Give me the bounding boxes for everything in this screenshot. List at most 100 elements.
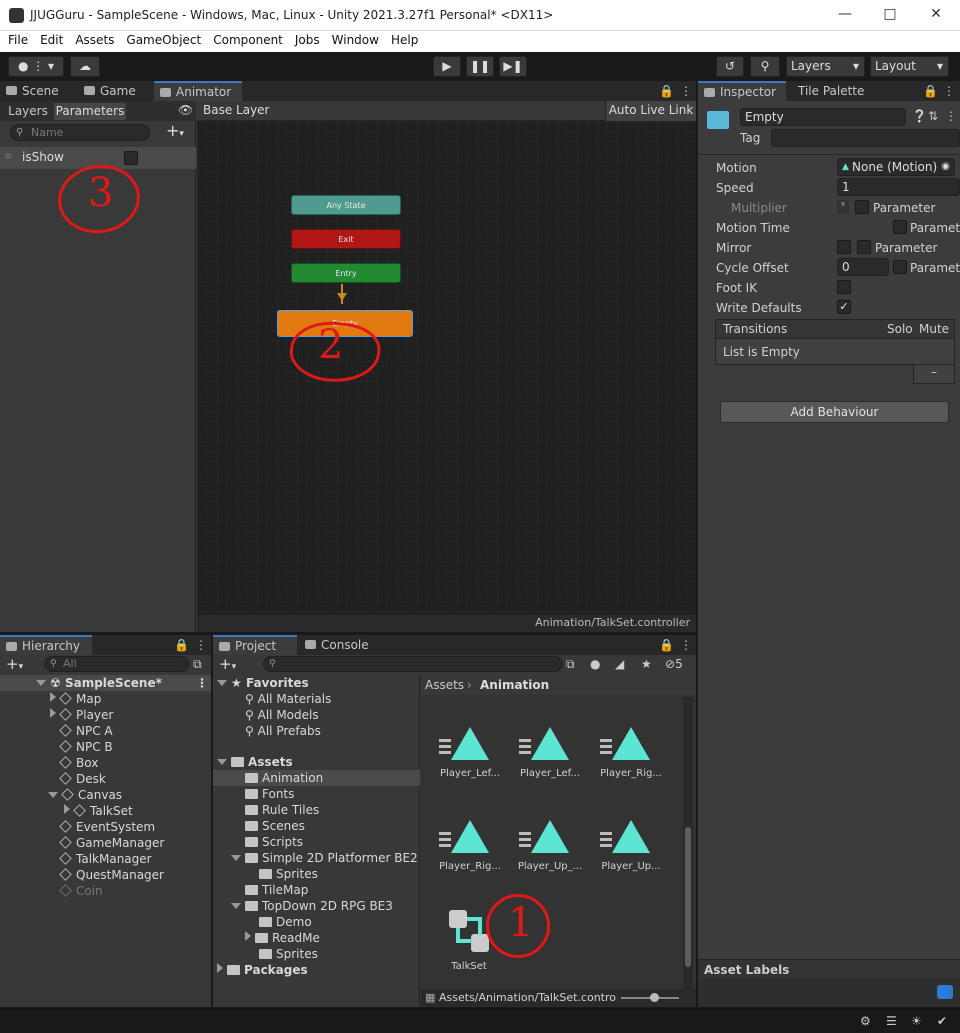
filter-by-type-icon[interactable]: ● (590, 657, 600, 671)
hierarchy-add-button[interactable]: +▾ (6, 655, 23, 673)
hierarchy-item-talkmanager[interactable]: TalkManager (59, 851, 152, 867)
more-menu-icon[interactable]: ⋮ (195, 638, 207, 652)
expand-arrow-icon[interactable] (36, 680, 46, 686)
breadcrumb-assets[interactable]: Assets (425, 678, 464, 692)
menu-help[interactable]: Help (387, 31, 422, 47)
more-menu-icon[interactable]: ⋮ (196, 675, 208, 691)
hierarchy-item-desk[interactable]: Desk (59, 771, 106, 787)
entry-node[interactable]: Entry (291, 263, 401, 283)
menu-jobs[interactable]: Jobs (291, 31, 324, 47)
tab-scene[interactable]: Scene (0, 81, 76, 101)
cycle-offset-parameter-checkbox[interactable] (893, 260, 907, 274)
scrollbar-thumb[interactable] (685, 827, 691, 967)
eye-icon[interactable]: 👁 (178, 103, 193, 117)
favorite-all-materials[interactable]: ⚲ All Materials (245, 691, 331, 707)
mirror-checkbox[interactable] (837, 240, 851, 254)
menu-component[interactable]: Component (209, 31, 287, 47)
expand-arrow-icon[interactable] (231, 855, 241, 861)
bug-icon[interactable]: ⚙ (860, 1014, 871, 1028)
asset-animation-clip[interactable]: Player_Rig... (430, 820, 510, 872)
menu-file[interactable]: File (4, 31, 32, 47)
cloud-icon[interactable]: ☁ (70, 56, 100, 77)
favorite-star-icon[interactable]: ★ (641, 657, 652, 671)
motion-field[interactable]: ▲ None (Motion) ◉ (837, 158, 955, 176)
favorite-all-models[interactable]: ⚲ All Models (245, 707, 319, 723)
search-filter-icon[interactable]: ⧉ (193, 657, 202, 672)
lock-icon[interactable]: 🔒 (659, 84, 674, 98)
expand-arrow-icon[interactable] (217, 680, 227, 686)
multiplier-parameter-checkbox[interactable] (855, 200, 869, 214)
folder-simple-2d-platformer[interactable]: Simple 2D Platformer BE2 (231, 850, 418, 866)
subtab-layers[interactable]: Layers (4, 103, 52, 120)
hierarchy-item-eventsystem[interactable]: EventSystem (59, 819, 155, 835)
tab-animator[interactable]: Animator (154, 81, 242, 101)
hierarchy-item-talkset[interactable]: TalkSet (64, 803, 133, 819)
hierarchy-item-canvas[interactable]: Canvas (48, 787, 122, 803)
hidden-packages-icon[interactable]: ⊘5 (665, 657, 683, 671)
expand-arrow-icon[interactable] (231, 903, 241, 909)
hierarchy-search-input[interactable]: ⚲ All (44, 656, 190, 672)
asset-grid-scrollbar[interactable] (683, 697, 693, 989)
tab-console[interactable]: Console (299, 635, 379, 655)
play-icon[interactable]: ▶ (433, 56, 461, 77)
hierarchy-item-npc-b[interactable]: NPC B (59, 739, 113, 755)
filter-by-label-icon[interactable]: ◢ (615, 657, 624, 671)
speed-field[interactable]: 1 (837, 178, 960, 196)
exit-node[interactable]: Exit (291, 229, 401, 249)
more-menu-icon[interactable]: ⋮ (945, 109, 957, 123)
add-parameter-button[interactable]: +▾ (166, 121, 184, 140)
pause-icon[interactable]: ❚❚ (466, 56, 494, 77)
motion-time-parameter-checkbox[interactable] (893, 220, 907, 234)
assets-row[interactable]: Assets (217, 754, 293, 770)
expand-arrow-icon[interactable] (217, 963, 223, 973)
folder-scenes[interactable]: Scenes (245, 818, 305, 834)
add-behaviour-button[interactable]: Add Behaviour (720, 401, 949, 423)
hierarchy-item-player[interactable]: Player (50, 707, 113, 723)
expand-arrow-icon[interactable] (48, 792, 58, 798)
search-filter-icon[interactable]: ⧉ (566, 657, 575, 672)
menu-edit[interactable]: Edit (36, 31, 67, 47)
history-icon[interactable]: ↺ (716, 56, 744, 77)
menu-assets[interactable]: Assets (71, 31, 118, 47)
breadcrumb-animation[interactable]: Animation (480, 678, 549, 692)
tab-tile-palette[interactable]: Tile Palette (788, 81, 880, 101)
menu-window[interactable]: Window (328, 31, 383, 47)
asset-talkset-controller[interactable]: TalkSet (429, 907, 509, 972)
asset-animation-clip[interactable]: Player_Lef... (510, 727, 590, 779)
maximize-icon[interactable]: □ (875, 6, 905, 22)
folder-scripts[interactable]: Scripts (245, 834, 303, 850)
remove-transition-button[interactable]: – (913, 365, 955, 384)
auto-live-link-button[interactable]: Auto Live Link (605, 101, 696, 121)
expand-arrow-icon[interactable] (217, 759, 227, 765)
hierarchy-item-coin[interactable]: Coin (59, 883, 103, 899)
tab-hierarchy[interactable]: Hierarchy (0, 635, 92, 655)
drag-handle-icon[interactable]: ≡ (4, 151, 12, 162)
hierarchy-item-gamemanager[interactable]: GameManager (59, 835, 164, 851)
expand-arrow-icon[interactable] (50, 692, 56, 702)
tag-label-icon[interactable] (937, 985, 953, 999)
asset-animation-clip[interactable]: Player_Up_... (510, 820, 590, 872)
layout-dropdown[interactable]: Layout ▾ (870, 56, 949, 77)
hierarchy-item-questmanager[interactable]: QuestManager (59, 867, 164, 883)
step-icon[interactable]: ▶❚ (499, 56, 527, 77)
more-menu-icon[interactable]: ⋮ (680, 84, 692, 98)
search-icon[interactable]: ⚲ (750, 56, 780, 77)
project-search-input[interactable]: ⚲ (263, 656, 563, 672)
asset-animation-clip[interactable]: Player_Lef... (430, 727, 510, 779)
more-menu-icon[interactable]: ⋮ (943, 84, 955, 98)
folder-sprites-2[interactable]: Sprites (259, 946, 318, 962)
layers-dropdown[interactable]: Layers ▾ (786, 56, 865, 77)
subtab-parameters[interactable]: Parameters (54, 103, 126, 120)
more-menu-icon[interactable]: ⋮ (680, 638, 692, 652)
mirror-parameter-checkbox[interactable] (857, 240, 871, 254)
multiplier-dropdown[interactable]: ▾ (837, 200, 849, 214)
help-icon[interactable]: ❔ (912, 109, 927, 123)
favorite-all-prefabs[interactable]: ⚲ All Prefabs (245, 723, 321, 739)
favorites-row[interactable]: ★ Favorites (217, 675, 309, 691)
expand-arrow-icon[interactable] (245, 931, 251, 941)
project-add-button[interactable]: +▾ (219, 655, 236, 673)
tag-field[interactable] (771, 129, 960, 147)
scene-row[interactable]: ☢ SampleScene* ⋮ (0, 675, 211, 691)
close-icon[interactable]: ✕ (921, 6, 951, 22)
write-defaults-checkbox[interactable]: ✓ (837, 300, 851, 314)
